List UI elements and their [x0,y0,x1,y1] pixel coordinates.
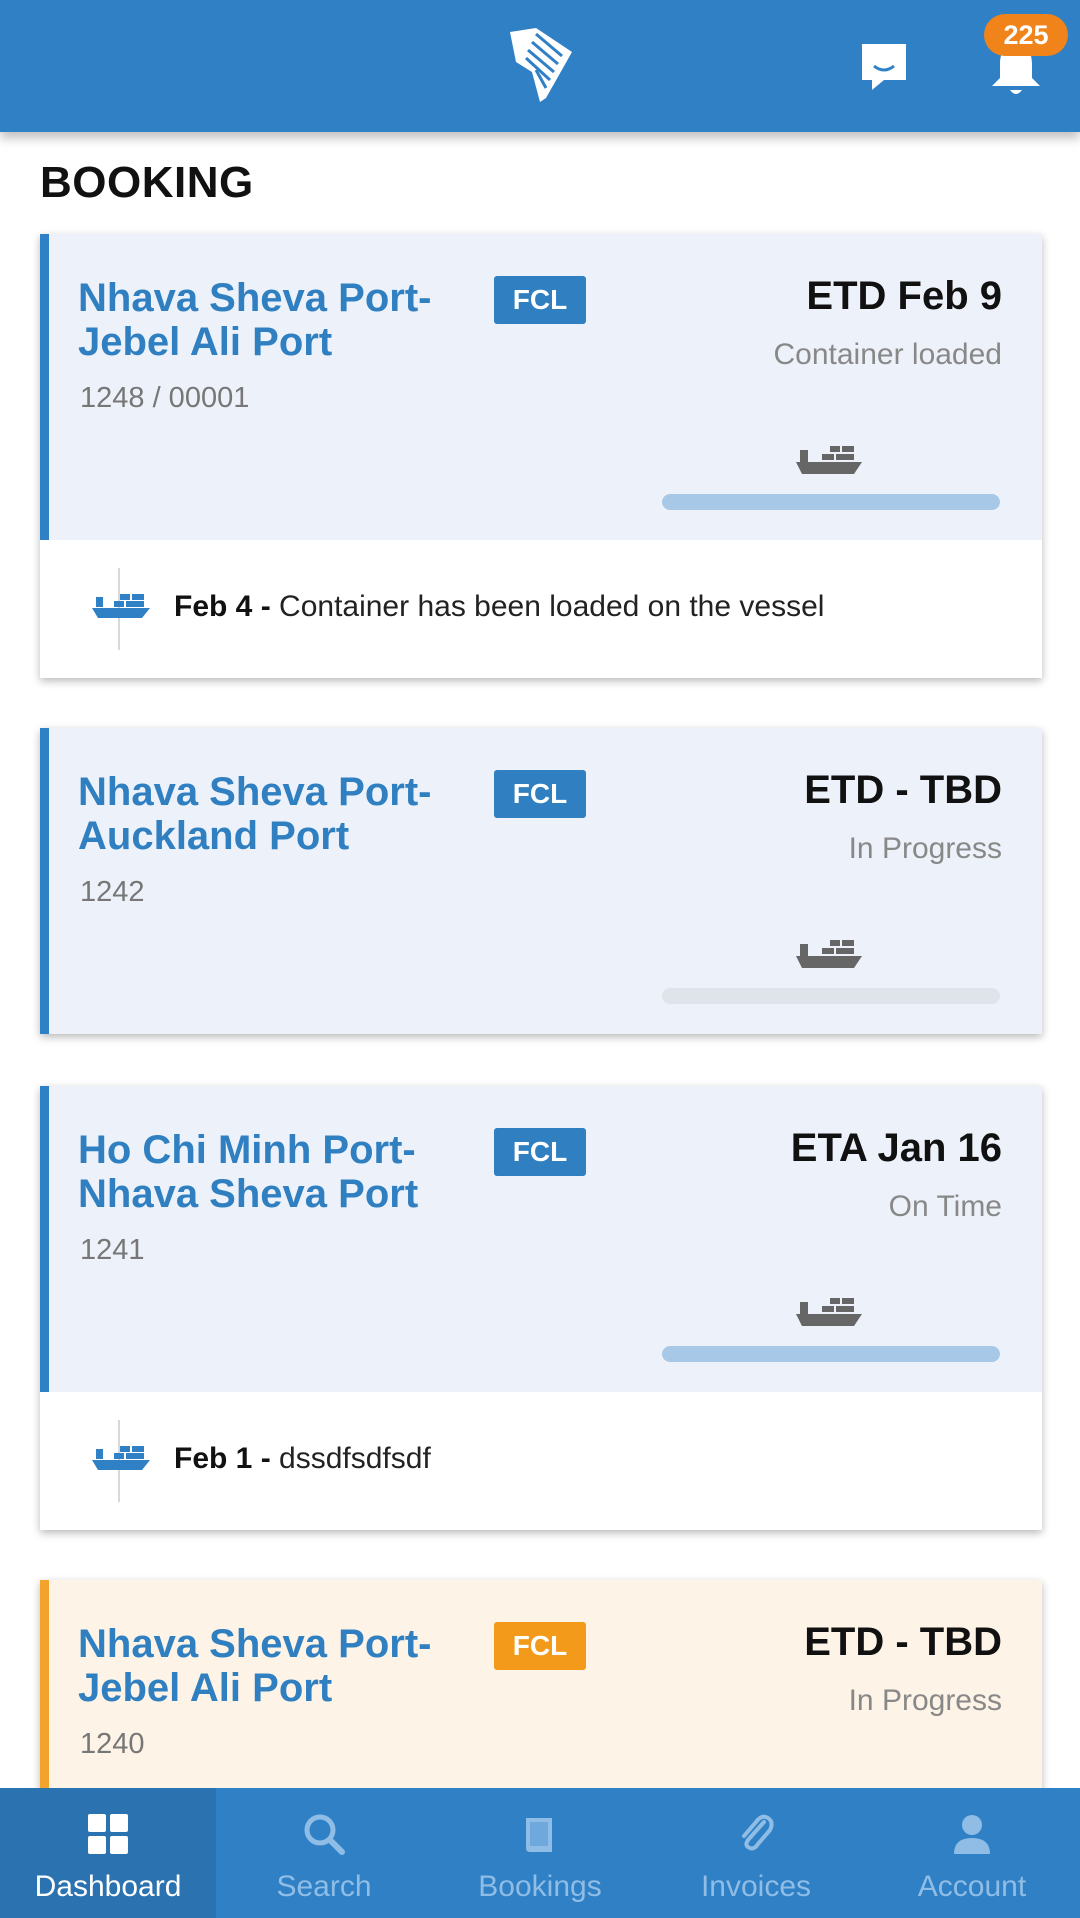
nav-label: Dashboard [34,1870,182,1903]
event-text: Feb 1 - dssdfsdfsdf [174,1442,431,1476]
nav-account[interactable]: Account [864,1788,1080,1918]
event-description: Container has been loaded on the vessel [279,590,825,623]
booking-eta: ETD Feb 9 [806,274,1002,318]
booking-eta: ETD - TBD [804,768,1002,812]
user-icon [954,1815,990,1854]
shipment-progress-bar [662,494,1000,510]
top-app-bar: 225 [0,0,1080,132]
booking-status: In Progress [848,832,1002,865]
nav-label: Invoices [700,1870,812,1903]
event-date: Feb 1 - [174,1442,280,1475]
booking-route: Nhava Sheva Port- Auckland Port [78,770,478,858]
booking-eta: ETA Jan 16 [790,1126,1002,1170]
nav-label: Search [276,1870,372,1903]
nav-bookings[interactable]: Bookings [432,1788,648,1918]
load-type-tag: FCL [494,1128,586,1176]
card-accent-bar [40,728,49,1034]
booking-eta: ETD - TBD [804,1620,1002,1664]
booking-route-text: Nhava Sheva Port- Jebel Ali Port [78,276,432,364]
booking-card[interactable]: Nhava Sheva Port- Jebel Ali Port FCL 124… [40,234,1042,678]
page-title: BOOKING [40,158,254,207]
nav-dashboard[interactable]: Dashboard [0,1788,216,1918]
booking-route: Nhava Sheva Port- Jebel Ali Port [78,1622,478,1710]
shipment-progress-bar [662,1346,1000,1362]
load-type-tag: FCL [494,276,586,324]
logo-icon[interactable] [506,26,574,104]
booking-route-text: Nhava Sheva Port- Auckland Port [78,770,432,858]
booking-reference: 1241 [80,1234,145,1266]
booking-summary[interactable]: Ho Chi Minh Port- Nhava Sheva Port FCL 1… [40,1086,1042,1392]
ship-icon [92,1446,150,1470]
shipment-progress-fill [662,494,1000,510]
booking-status: Container loaded [773,338,1002,371]
nav-label: Bookings [478,1870,602,1903]
booking-route: Ho Chi Minh Port- Nhava Sheva Port [78,1128,478,1216]
booking-reference: 1240 [80,1728,145,1760]
booking-summary[interactable]: Nhava Sheva Port- Auckland Port FCL 1242… [40,728,1042,1034]
bottom-navigation: Dashboard Search Bookings Invoices Accou… [0,1788,1080,1918]
event-description: dssdfsdfsdf [279,1442,431,1475]
ship-icon [796,446,862,474]
load-type-tag: FCL [494,1622,586,1670]
dashboard-icon [88,1814,128,1854]
search-icon [304,1814,345,1855]
latest-event: Feb 4 - Container has been loaded on the… [40,540,1042,678]
booking-route-text: Ho Chi Minh Port- Nhava Sheva Port [78,1128,419,1216]
booking-summary[interactable]: Nhava Sheva Port- Jebel Ali Port FCL 124… [40,234,1042,540]
nav-label: Account [917,1870,1027,1903]
booking-card[interactable]: Ho Chi Minh Port- Nhava Sheva Port FCL 1… [40,1086,1042,1530]
nav-invoices[interactable]: Invoices [648,1788,864,1918]
shipment-progress-fill [662,1346,1000,1362]
ship-icon [796,1298,862,1326]
booking-route: Nhava Sheva Port- Jebel Ali Port [78,276,478,364]
event-text: Feb 4 - Container has been loaded on the… [174,590,824,624]
booking-reference: 1242 [80,876,145,908]
shipment-progress-bar [662,988,1000,1004]
notification-count-badge[interactable]: 225 [984,14,1068,56]
booking-card[interactable]: Nhava Sheva Port- Auckland Port FCL 1242… [40,728,1042,1034]
card-accent-bar [40,234,49,540]
paperclip-icon [742,1814,774,1851]
ship-icon [796,940,862,968]
latest-event: Feb 1 - dssdfsdfsdf [40,1392,1042,1530]
load-type-tag: FCL [494,770,586,818]
ship-icon [92,594,150,618]
nav-search[interactable]: Search [216,1788,432,1918]
booking-route-text: Nhava Sheva Port- Jebel Ali Port [78,1622,432,1710]
card-accent-bar [40,1086,49,1392]
booking-status: On Time [888,1190,1002,1223]
booking-status: In Progress [848,1684,1002,1717]
booking-reference: 1248 / 00001 [80,382,250,414]
book-icon [526,1818,552,1852]
chat-icon[interactable] [858,40,910,92]
event-date: Feb 4 - [174,590,280,623]
